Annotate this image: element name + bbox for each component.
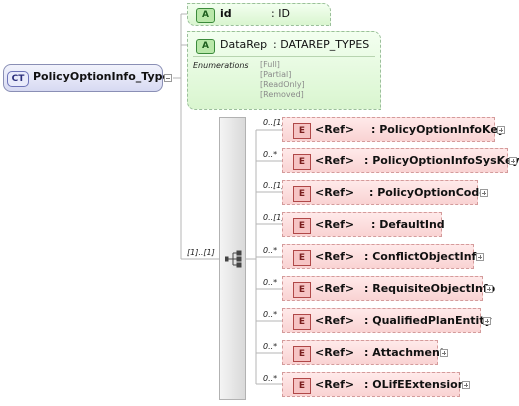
attribute-type: : DATAREP_TYPES — [273, 38, 370, 51]
element-cardinality: 0..* — [263, 374, 278, 383]
element-ref: <Ref> — [315, 314, 355, 327]
attribute-name: id — [220, 7, 232, 20]
sequence-icon — [225, 250, 242, 268]
complex-type-name: PolicyOptionInfo_Type — [33, 70, 170, 83]
element-ref: <Ref> — [315, 154, 355, 167]
element-badge: E — [293, 154, 311, 170]
element-badge: E — [293, 123, 311, 139]
element-badge: E — [293, 218, 311, 234]
complex-type-badge: CT — [7, 71, 29, 87]
enumeration-value: [ReadOnly] — [260, 80, 305, 89]
element-badge: E — [293, 346, 311, 362]
sequence-cardinality: [1]..[1] — [187, 248, 215, 257]
attribute-type: : ID — [271, 7, 290, 20]
element-type: : PolicyOptionInfoSysKey — [364, 154, 519, 167]
element-type: : DefaultInd — [371, 218, 445, 231]
expand-icon[interactable] — [476, 253, 484, 261]
expand-icon[interactable] — [497, 126, 505, 134]
element-badge: E — [293, 186, 311, 202]
element-type: : Attachment — [364, 346, 446, 359]
element-badge: E — [293, 314, 311, 330]
element-type: : OLifEExtension — [364, 378, 466, 391]
element-ref: <Ref> — [315, 346, 355, 359]
element-cardinality: 0..* — [263, 150, 278, 159]
expand-icon[interactable] — [485, 285, 493, 293]
element-type: : RequisiteObjectInfo — [364, 282, 496, 295]
enumeration-value: [Removed] — [260, 90, 304, 99]
enumeration-value: [Full] — [260, 60, 280, 69]
element-badge: E — [293, 250, 311, 266]
element-cardinality: 0..* — [263, 278, 278, 287]
element-cardinality: 0..* — [263, 310, 278, 319]
element-type: : PolicyOptionInfoKey — [371, 123, 505, 136]
element-badge: E — [293, 282, 311, 298]
enumeration-divider — [193, 56, 375, 57]
element-cardinality: 0..* — [263, 342, 278, 351]
attribute-name: DataRep — [220, 38, 268, 51]
enumerations-label: Enumerations — [193, 61, 249, 70]
element-ref: <Ref> — [315, 186, 355, 199]
element-ref: <Ref> — [315, 282, 355, 295]
attribute-badge: A — [196, 8, 215, 23]
element-ref: <Ref> — [315, 378, 355, 391]
element-badge: E — [293, 378, 311, 394]
element-ref: <Ref> — [315, 250, 355, 263]
expand-icon[interactable] — [509, 157, 517, 165]
expand-icon[interactable] — [462, 381, 470, 389]
enumeration-list: [Full] [Partial] [ReadOnly] [Removed] — [260, 60, 305, 100]
element-type: : ConflictObjectInfo — [364, 250, 484, 263]
element-type: : PolicyOptionCode — [369, 186, 487, 199]
expand-icon[interactable] — [483, 317, 491, 325]
element-ref: <Ref> — [315, 218, 355, 231]
element-ref: <Ref> — [315, 123, 355, 136]
expand-icon[interactable] — [480, 189, 488, 197]
collapse-toggle-icon[interactable] — [164, 74, 172, 82]
element-cardinality: 0..* — [263, 246, 278, 255]
attribute-badge: A — [196, 39, 215, 54]
expand-icon[interactable] — [440, 349, 448, 357]
element-type: : QualifiedPlanEntity — [364, 314, 492, 327]
enumeration-value: [Partial] — [260, 70, 292, 79]
